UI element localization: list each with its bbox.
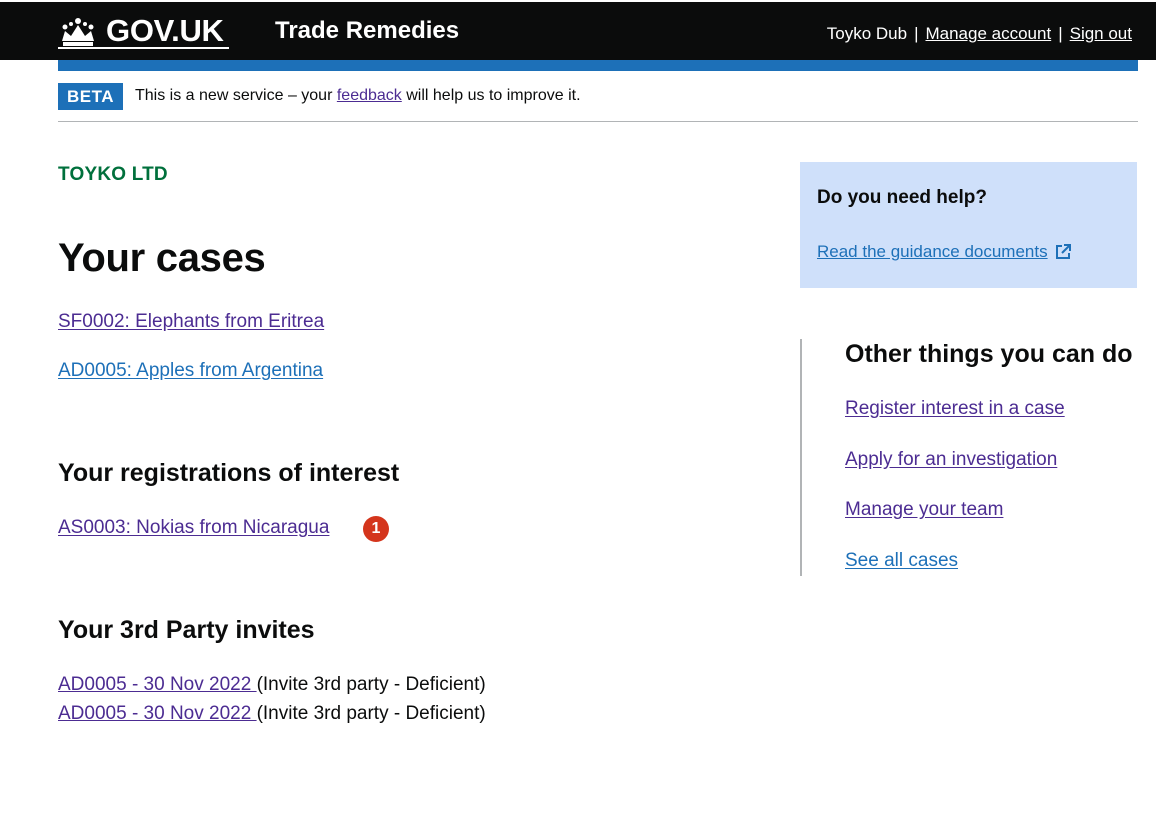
manage-team-link[interactable]: Manage your team bbox=[845, 499, 1003, 521]
apply-investigation-link[interactable]: Apply for an investigation bbox=[845, 449, 1057, 471]
guidance-documents-link[interactable]: Read the guidance documents bbox=[817, 242, 1072, 262]
sidebar-divider bbox=[800, 339, 802, 576]
registrations-heading: Your registrations of interest bbox=[58, 459, 400, 487]
govuk-logo-text: GOV.UK bbox=[106, 13, 224, 48]
register-interest-link[interactable]: Register interest in a case bbox=[845, 398, 1065, 420]
phase-text-before: This is a new service – your bbox=[135, 87, 337, 104]
case-link[interactable]: AD0005: Apples from Argentina bbox=[58, 360, 323, 382]
crown-icon bbox=[62, 18, 94, 46]
govuk-header: GOV.UK Trade Remedies Toyko Dub | Manage… bbox=[0, 0, 1156, 60]
govuk-logo-link[interactable]: GOV.UK bbox=[58, 12, 224, 50]
phase-banner-text: This is a new service – your feedback wi… bbox=[135, 87, 581, 105]
logo-underline bbox=[58, 47, 229, 49]
nav-separator: | bbox=[914, 24, 919, 43]
notification-badge: 1 bbox=[363, 516, 389, 542]
manage-account-link[interactable]: Manage account bbox=[925, 24, 1051, 44]
invite-link[interactable]: AD0005 - 30 Nov 2022 bbox=[58, 703, 257, 724]
invite-status: (Invite 3rd party - Deficient) bbox=[256, 674, 486, 695]
invite-item: AD0005 - 30 Nov 2022 (Invite 3rd party -… bbox=[58, 703, 486, 725]
phase-text-after: will help us to improve it. bbox=[401, 87, 581, 104]
invite-status: (Invite 3rd party - Deficient) bbox=[256, 703, 486, 724]
user-nav: Toyko Dub | Manage account | Sign out bbox=[827, 24, 1132, 44]
invites-heading: Your 3rd Party invites bbox=[58, 616, 315, 644]
registration-link[interactable]: AS0003: Nokias from Nicaragua bbox=[58, 517, 329, 539]
guidance-link-text: Read the guidance documents bbox=[817, 242, 1048, 261]
header-blue-bar bbox=[58, 60, 1138, 71]
organisation-name: TOYKO LTD bbox=[58, 164, 168, 185]
other-things-heading: Other things you can do bbox=[845, 340, 1133, 368]
feedback-link[interactable]: feedback bbox=[337, 87, 402, 104]
beta-tag: BETA bbox=[58, 83, 124, 110]
service-name[interactable]: Trade Remedies bbox=[275, 17, 459, 45]
phase-banner: BETA This is a new service – your feedba… bbox=[58, 71, 1138, 122]
invite-link[interactable]: AD0005 - 30 Nov 2022 bbox=[58, 674, 257, 695]
see-all-cases-link[interactable]: See all cases bbox=[845, 550, 958, 572]
page-title: Your cases bbox=[58, 236, 266, 280]
invite-item: AD0005 - 30 Nov 2022 (Invite 3rd party -… bbox=[58, 674, 486, 696]
nav-separator: | bbox=[1058, 24, 1063, 43]
help-box: Do you need help? Read the guidance docu… bbox=[800, 162, 1137, 288]
user-name: Toyko Dub bbox=[826, 24, 908, 43]
sign-out-link[interactable]: Sign out bbox=[1070, 24, 1132, 44]
case-link[interactable]: SF0002: Elephants from Eritrea bbox=[58, 311, 324, 333]
external-link-icon bbox=[1055, 244, 1071, 259]
help-title: Do you need help? bbox=[817, 187, 987, 208]
